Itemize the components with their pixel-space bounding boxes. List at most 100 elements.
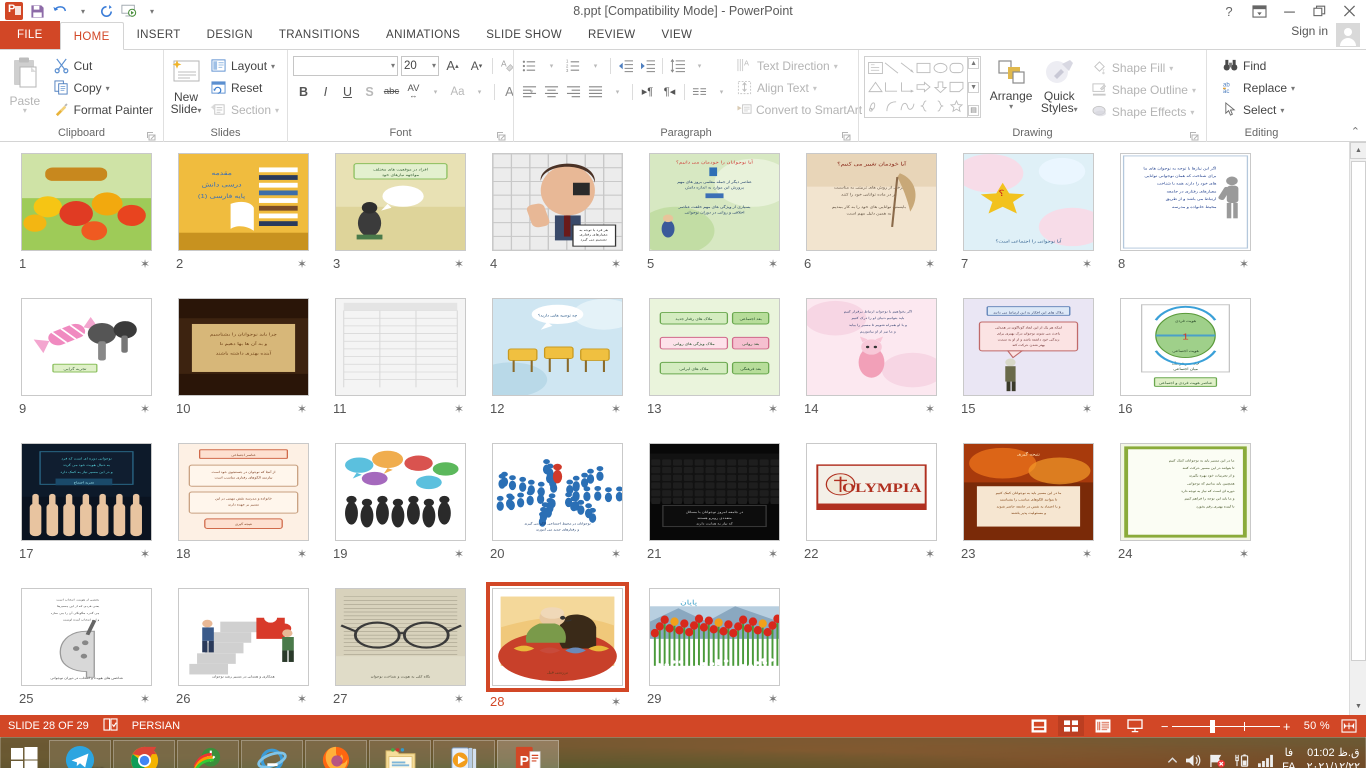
start-button[interactable] [0, 737, 48, 768]
slide-thumbnail-frame[interactable]: 1 هویت فردیهویت اجتماعیجامعه و فرهنگمیان… [1116, 295, 1255, 399]
play-animations-icon[interactable]: ✶ [768, 257, 778, 271]
underline-button[interactable]: U [337, 81, 358, 102]
shape-fill-dropdown-icon[interactable]: ▾ [1169, 64, 1173, 73]
clipboard-dialog-launcher[interactable] [146, 131, 156, 141]
sign-in-button[interactable]: Sign in [1291, 24, 1328, 38]
avatar[interactable] [1336, 23, 1360, 47]
play-animations-icon[interactable]: ✶ [925, 547, 935, 561]
slide-thumbnail-11[interactable]: 11✶ [331, 295, 488, 440]
slide-preview[interactable]: چرا باید نوجوانان را بشناسیمو به آن ها ب… [178, 298, 309, 396]
change-case-dropdown-icon[interactable]: ▾ [469, 81, 490, 102]
layout-dropdown-icon[interactable]: ▾ [271, 62, 275, 71]
telegram-taskbar-icon[interactable]: 613 [49, 740, 111, 768]
numbering-dropdown-icon[interactable]: ▾ [585, 55, 606, 76]
play-animations-icon[interactable]: ✶ [297, 257, 307, 271]
play-animations-icon[interactable]: ✶ [1239, 547, 1249, 561]
play-animations-icon[interactable]: ✶ [454, 257, 464, 271]
shape-left-brace-icon[interactable] [916, 96, 932, 115]
slide-thumbnail-25[interactable]: بخشی از هویت، انتخاب استیعنی فردی که از … [17, 585, 174, 715]
zoom-slider[interactable]: − + [1158, 719, 1294, 734]
columns-dropdown-icon[interactable]: ▾ [607, 81, 628, 102]
font-dialog-launcher[interactable] [496, 131, 506, 141]
close-button[interactable] [1334, 1, 1364, 21]
paste-button[interactable]: Paste ▾ [5, 53, 45, 115]
slide-thumbnail-5[interactable]: آیا نوجوانان را خودمان می دانیم؟ عناصر د… [645, 150, 802, 295]
increase-font-size-button[interactable]: A▴ [442, 55, 463, 76]
align-center-button[interactable] [541, 81, 562, 102]
slide-thumbnail-22[interactable]: OLYMPIA 22✶ [802, 440, 959, 585]
play-animations-icon[interactable]: ✶ [454, 692, 464, 706]
layout-button[interactable]: Layout ▾ [206, 55, 284, 77]
show-hidden-icons-icon[interactable] [1167, 755, 1178, 766]
shape-triangle-icon[interactable] [867, 78, 883, 97]
line-spacing-button[interactable] [667, 55, 688, 76]
slide-thumbnail-18[interactable]: عناصر اجتماعی از آنجا که نوجوان در جستجو… [174, 440, 331, 585]
shapes-scroll-down-icon[interactable]: ▼ [968, 82, 979, 93]
slide-preview[interactable]: مقدمهدرسی دانشپایه فارسی (1) [178, 153, 309, 251]
normal-view-button[interactable] [1026, 716, 1052, 736]
text-direction-button[interactable]: A Text Direction ▾ [732, 55, 870, 77]
shape-fill-button[interactable]: Shape Fill ▾ [1087, 57, 1201, 79]
slide-thumbnail-frame[interactable]: اگر این نیازها با توجه به نوجوان های ماب… [1116, 150, 1255, 254]
play-animations-icon[interactable]: ✶ [768, 692, 778, 706]
align-text-button[interactable]: Align Text ▾ [732, 77, 870, 99]
increase-indent-button[interactable] [637, 55, 658, 76]
slide-preview[interactable]: چه توصیه هایی دارید؟ [492, 298, 623, 396]
scrollbar-track[interactable] [1350, 159, 1366, 698]
slide-thumbnail-frame[interactable] [331, 295, 470, 399]
slide-thumbnail-frame[interactable]: نوجوانان در محیط اجتماعی الگو می گیرندو … [488, 440, 627, 544]
file-explorer-taskbar-icon[interactable] [369, 740, 431, 768]
arrange-button[interactable]: Arrange ▾ [987, 56, 1036, 111]
chrome-taskbar-icon[interactable] [113, 740, 175, 768]
language-tray-indicator[interactable]: فاFA [1282, 746, 1295, 768]
play-animations-icon[interactable]: ✶ [768, 547, 778, 561]
shape-textbox-icon[interactable] [867, 59, 883, 78]
slide-thumbnail-10[interactable]: چرا باید نوجوانان را بشناسیمو به آن ها ب… [174, 295, 331, 440]
slide-thumbnail-frame[interactable]: OLYMPIA [802, 440, 941, 544]
slide-preview[interactable]: نوجوانان در محیط اجتماعی الگو می گیرندو … [492, 443, 623, 541]
copy-dropdown-icon[interactable]: ▾ [106, 84, 110, 93]
slide-preview[interactable]: اگر بخواهیم با نوجوان ارتباط برقرار کنیم… [806, 298, 937, 396]
shape-star-icon[interactable] [948, 96, 964, 115]
copy-button[interactable]: Copy ▾ [49, 77, 158, 99]
slide-thumbnail-frame[interactable]: همکاری و همدلی در مسیر رشد نوجوان [174, 585, 313, 689]
slide-thumbnail-frame[interactable]: چه توصیه هایی دارید؟ [488, 295, 627, 399]
slide-preview[interactable]: 1 هویت فردیهویت اجتماعیجامعه و فرهنگمیان… [1120, 298, 1251, 396]
play-animations-icon[interactable]: ✶ [297, 402, 307, 416]
slide-thumbnail-9[interactable]: تجربه گرایی9✶ [17, 295, 174, 440]
slide-thumbnail-19[interactable]: 19✶ [331, 440, 488, 585]
tab-insert[interactable]: INSERT [124, 21, 194, 49]
reset-button[interactable]: Reset [206, 77, 284, 99]
play-animations-icon[interactable]: ✶ [1082, 402, 1092, 416]
volume-icon[interactable] [1185, 753, 1202, 768]
line-spacing-dropdown-icon[interactable]: ▾ [689, 55, 710, 76]
slide-thumbnail-frame[interactable]: نگاه کلی به هویت و شناخت نوجوان [331, 585, 470, 689]
play-animations-icon[interactable]: ✶ [1082, 547, 1092, 561]
slide-thumbnail-14[interactable]: اگر بخواهیم با نوجوان ارتباط برقرار کنیم… [802, 295, 959, 440]
bullets-dropdown-icon[interactable]: ▾ [541, 55, 562, 76]
text-shadow-button[interactable]: S [359, 81, 380, 102]
slide-preview[interactable]: ما در این مسیر باید به نوجوانان کمک کنیم… [1120, 443, 1251, 541]
shapes-scroll-up-icon[interactable]: ▲ [968, 58, 979, 69]
slide-thumbnail-frame[interactable]: آیا نوجوانان را خودمان می دانیم؟ عناصر د… [645, 150, 784, 254]
redo-icon[interactable] [96, 1, 116, 21]
slide-preview[interactable]: بخشی از هویت، انتخاب استیعنی فردی که از … [21, 588, 152, 686]
bullets-button[interactable] [519, 55, 540, 76]
align-left-button[interactable] [519, 81, 540, 102]
powerpoint-taskbar-icon[interactable]: P [497, 740, 559, 768]
zoom-slider-track[interactable] [1172, 726, 1280, 727]
slide-preview[interactable] [335, 298, 466, 396]
tab-animations[interactable]: ANIMATIONS [373, 21, 473, 49]
columns-button[interactable] [689, 81, 710, 102]
clock[interactable]: 01:02 ق.ظ ٢٠٢١/١٢/٢٢ [1303, 746, 1360, 768]
shape-rectangle-icon[interactable] [916, 59, 932, 78]
slide-thumbnail-6[interactable]: آیا خودمان تغییر می کنیم؟ برخی از روش ها… [802, 150, 959, 295]
select-button[interactable]: Select ▾ [1218, 99, 1300, 121]
zoom-in-button[interactable]: + [1280, 719, 1294, 734]
shape-elbow-arrow-icon[interactable] [900, 78, 916, 97]
shape-line-icon[interactable] [883, 59, 899, 78]
shape-outline-dropdown-icon[interactable]: ▾ [1192, 86, 1196, 95]
play-animations-icon[interactable]: ✶ [611, 402, 621, 416]
slide-preview[interactable]: همکاری و همدلی در مسیر رشد نوجوان [178, 588, 309, 686]
customize-qat-icon[interactable]: ▾ [142, 1, 162, 21]
